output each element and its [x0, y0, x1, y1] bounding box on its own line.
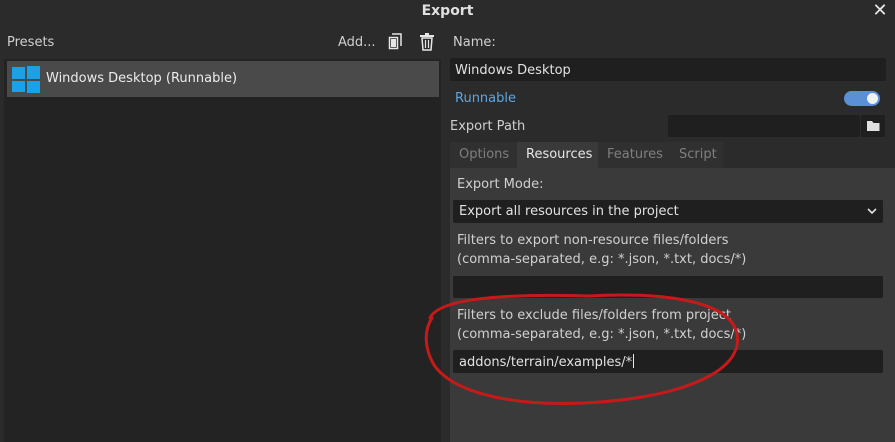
export-mode-label: Export Mode: — [457, 177, 544, 192]
export-mode-value: Export all resources in the project — [459, 204, 679, 219]
exclude-filter-value: addons/terrain/examples/* — [459, 354, 635, 370]
name-label: Name: — [453, 35, 496, 50]
presets-label: Presets — [7, 35, 55, 50]
name-input-value: Windows Desktop — [455, 63, 571, 78]
exclude-filter-label-line2: (comma-separated, e.g: *.json, *.txt, do… — [457, 327, 747, 342]
trash-icon[interactable] — [419, 33, 435, 51]
add-preset-button[interactable]: Add... — [338, 35, 376, 50]
export-mode-select[interactable]: Export all resources in the project — [453, 200, 883, 223]
include-filter-label-line1: Filters to export non-resource files/fol… — [457, 233, 729, 248]
tab-resources[interactable]: Resources — [517, 142, 598, 168]
folder-icon — [867, 121, 880, 131]
include-filter-label-line2: (comma-separated, e.g: *.json, *.txt, do… — [457, 252, 747, 267]
exclude-filter-input[interactable]: addons/terrain/examples/* — [453, 350, 883, 373]
preset-item-label: Windows Desktop (Runnable) — [46, 71, 238, 86]
runnable-label: Runnable — [455, 91, 516, 106]
text-cursor — [633, 354, 635, 368]
runnable-toggle[interactable] — [844, 91, 880, 106]
exclude-filter-text: addons/terrain/examples/* — [459, 355, 633, 370]
preset-list: Windows Desktop (Runnable) — [4, 59, 441, 442]
tab-features[interactable]: Features — [598, 142, 670, 168]
duplicate-icon[interactable] — [388, 33, 404, 51]
browse-folder-button[interactable] — [861, 115, 885, 137]
export-path-label: Export Path — [450, 119, 526, 134]
window-title: Export — [421, 3, 474, 19]
windows-logo-icon — [12, 66, 40, 93]
tab-script[interactable]: Script — [670, 142, 723, 168]
include-filter-input[interactable] — [453, 276, 883, 298]
tab-options[interactable]: Options — [450, 142, 517, 168]
name-input[interactable]: Windows Desktop — [450, 58, 886, 81]
exclude-filter-label-line1: Filters to exclude files/folders from pr… — [457, 308, 731, 323]
close-icon[interactable]: ✕ — [871, 1, 889, 21]
toggle-knob — [867, 93, 878, 104]
chevron-down-icon — [867, 208, 877, 215]
preset-item-windows-desktop[interactable]: Windows Desktop (Runnable) — [7, 61, 439, 97]
export-path-input[interactable] — [668, 115, 860, 137]
title-bar: Export ✕ — [0, 0, 895, 24]
